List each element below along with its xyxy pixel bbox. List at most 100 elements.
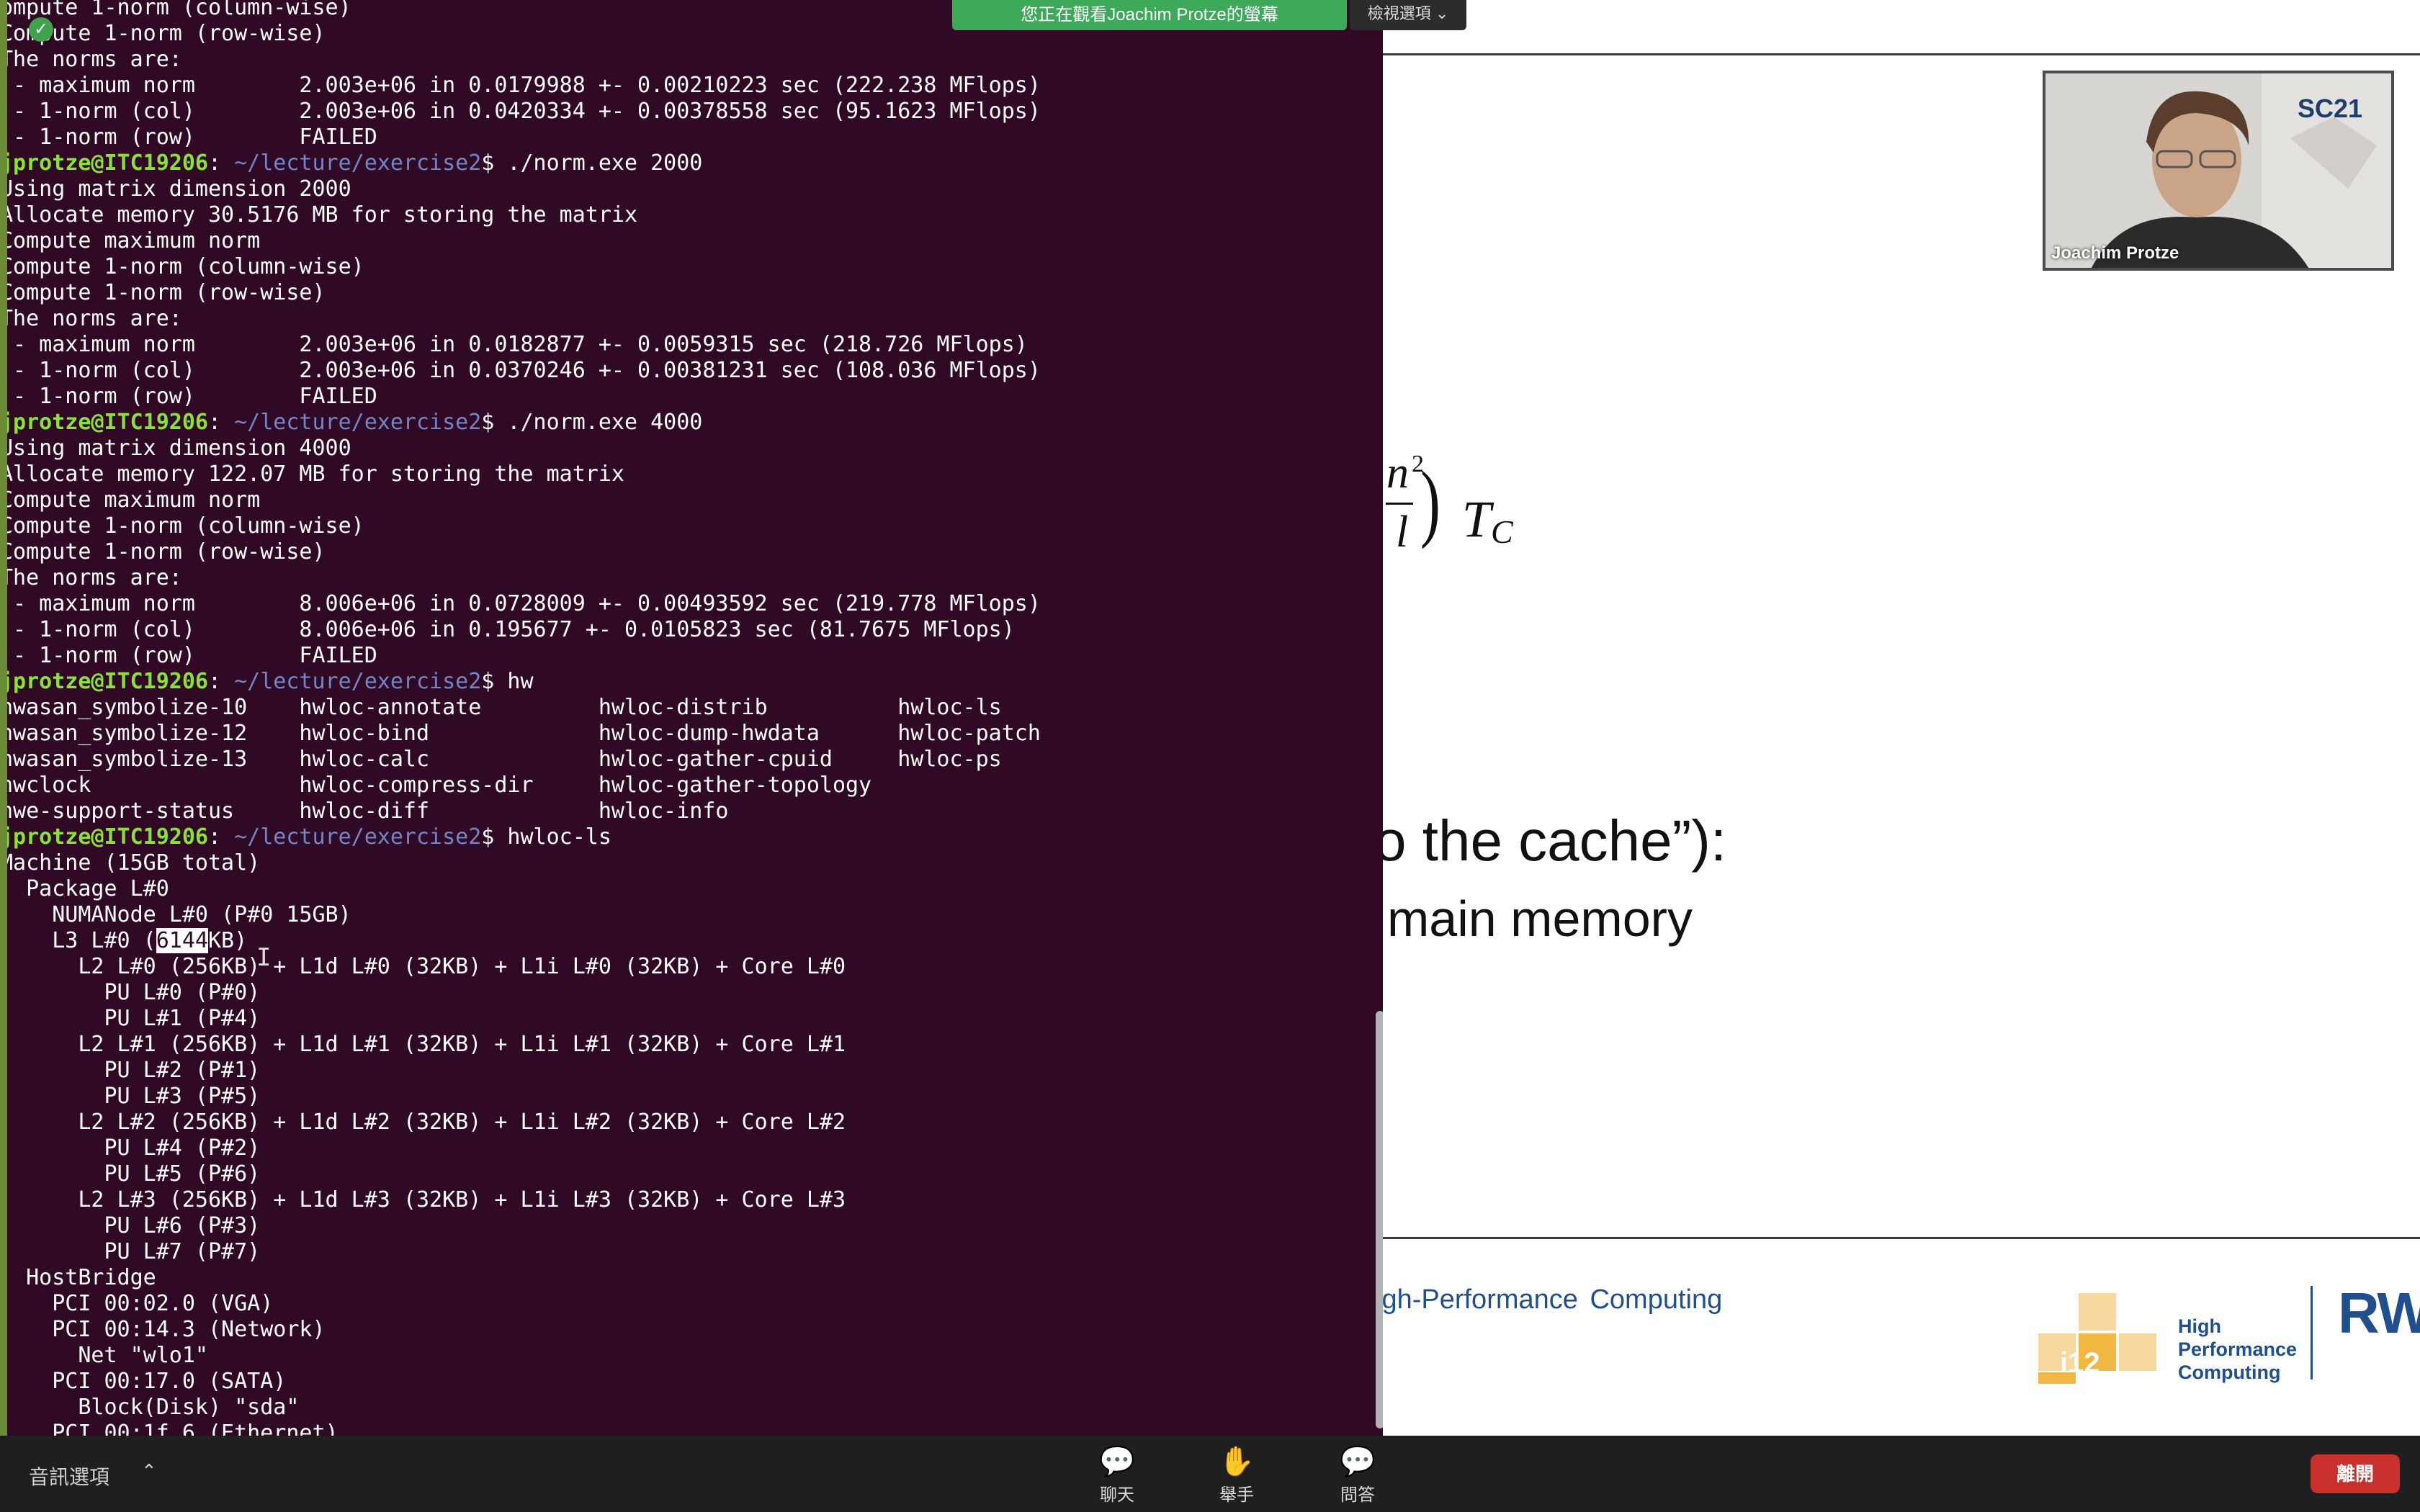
prompt-line: jprotze@ITC19206: ~/lecture/exercise2$ h… [0, 669, 1041, 695]
terminal-line: The norms are: [0, 47, 182, 72]
prompt-user: jprotze@ITC19206 [0, 669, 208, 694]
qa-label: 問答 [1340, 1485, 1375, 1505]
terminal-line: The norms are: [0, 306, 182, 331]
terminal-line: PU L#5 (P#6) [0, 1161, 261, 1187]
terminal-line: PU L#4 (P#2) [0, 1135, 261, 1161]
terminal-line: - maximum norm 2.003e+06 in 0.0179988 +-… [0, 73, 1041, 98]
terminal-line: - 1-norm (row) FAILED [0, 643, 377, 668]
terminal-line: hwasan_symbolize-13 hwloc-calc hwloc-gat… [0, 747, 1002, 772]
terminal-line: Compute maximum norm [0, 487, 261, 513]
prompt-user: jprotze@ITC19206 [0, 824, 208, 850]
terminal-line: hwasan_symbolize-10 hwloc-annotate hwloc… [0, 695, 1002, 720]
sc21-backdrop-logo: SC21 [2297, 94, 2362, 123]
prompt-path: ~/lecture/exercise2 [234, 669, 482, 694]
speaker-name-label: Joachim Protze [2051, 243, 2179, 263]
terminal-line: PU L#1 (P#4) [0, 1006, 261, 1031]
line-text: L3 L#0 ( [0, 928, 156, 953]
shield-check-icon: ✓ [29, 17, 53, 42]
prompt-command: $ hw [481, 669, 534, 694]
terminal-line: Compute 1-norm (column-wise) [0, 513, 364, 539]
terminal-line: Using matrix dimension 2000 [0, 176, 351, 202]
speaker-video[interactable]: SC21 Joachim Protze [2043, 71, 2394, 271]
terminal-line: - 1-norm (row) FAILED [0, 384, 377, 409]
chat-button[interactable]: 💬 聊天 [1077, 1443, 1157, 1508]
chat-label: 聊天 [1100, 1485, 1134, 1505]
hpc-logo-text: High Performance Computing [2178, 1315, 2298, 1383]
terminal-line: Compute 1-norm (row-wise) [0, 280, 326, 305]
meeting-toolbar: 音訊選項 ⌃ 💬 聊天 ✋ 舉手 💬 問答 離開 [0, 1436, 2420, 1512]
terminal-line: Compute maximum norm [0, 228, 261, 253]
prompt-colon: : [207, 669, 235, 694]
prompt-line: jprotze@ITC19206: ~/lecture/exercise2$ h… [0, 824, 1041, 850]
terminal-line: L3 L#0 (6144KB) [0, 928, 1041, 954]
chevron-up-icon[interactable]: ⌃ [141, 1460, 157, 1482]
selected-text[interactable]: 6144 [156, 928, 208, 953]
terminal-line: - maximum norm 8.006e+06 in 0.0728009 +-… [0, 591, 1041, 616]
terminal-line: Compute 1-norm (column-wise) [0, 254, 364, 279]
formula-C-subscript: C [1491, 513, 1513, 550]
audio-options-button[interactable]: 音訊選項 [29, 1462, 109, 1490]
terminal-line: hwclock hwloc-compress-dir hwloc-gather-… [0, 773, 872, 798]
terminal-line: PU L#7 (P#7) [0, 1239, 261, 1264]
terminal-line: Allocate memory 30.5176 MB for storing t… [0, 202, 638, 228]
prompt-path: ~/lecture/exercise2 [234, 824, 482, 850]
terminal-line: HostBridge [0, 1265, 156, 1290]
terminal-line: Allocate memory 122.07 MB for storing th… [0, 462, 624, 487]
terminal-line: L2 L#0 (256KB) + L1d L#0 (32KB) + L1i L#… [0, 954, 846, 979]
rwth-logo: RW [2338, 1281, 2420, 1345]
leave-button[interactable]: 離開 [2311, 1454, 2400, 1493]
terminal-line: Machine (15GB total) [0, 850, 261, 876]
terminal-line: L2 L#1 (256KB) + L1d L#1 (32KB) + L1i L#… [0, 1032, 846, 1057]
formula-T: T [1462, 490, 1492, 548]
terminal-line: Using matrix dimension 4000 [0, 436, 351, 461]
terminal-line: PCI 00:02.0 (VGA) [0, 1291, 274, 1316]
ibeam-cursor-icon: I [256, 943, 272, 972]
terminal-line: Block(Disk) "sda" [0, 1395, 300, 1420]
prompt-command: $ ./norm.exe 2000 [481, 150, 703, 176]
i12-logo-text: i12 [2060, 1347, 2100, 1379]
slide-bullet-cache: o the cache”): [1374, 809, 1727, 873]
terminal-line: - 1-norm (col) 8.006e+06 in 0.195677 +- … [0, 617, 1015, 642]
viewing-screen-banner: 您正在觀看Joachim Protze的螢幕 [952, 0, 1347, 30]
prompt-line: jprotze@ITC19206: ~/lecture/exercise2$ .… [0, 150, 1041, 176]
view-options-button[interactable]: 檢視選項 ⌄ [1350, 0, 1466, 30]
raise-hand-label: 舉手 [1219, 1485, 1254, 1505]
terminal-line: - 1-norm (col) 2.003e+06 in 0.0370246 +-… [0, 358, 1041, 383]
slide-top-rule [1383, 53, 2420, 55]
hand-icon: ✋ [1219, 1446, 1255, 1477]
terminal-line: L2 L#2 (256KB) + L1d L#2 (32KB) + L1i L#… [0, 1110, 846, 1135]
formula-n: n [1386, 449, 1409, 498]
qa-button[interactable]: 💬 問答 [1318, 1443, 1397, 1508]
terminal-line: ompute 1-norm (column-wise) [0, 0, 351, 20]
terminal-output: ompute 1-norm (column-wise) Compute 1-nor… [0, 0, 1041, 1436]
formula-fraction-bar [1386, 503, 1413, 505]
terminal-line: PCI 00:1f.6 (Ethernet) [0, 1421, 339, 1436]
terminal-line: PU L#6 (P#3) [0, 1213, 261, 1238]
terminal-line: - 1-norm (row) FAILED [0, 125, 377, 150]
line-text: KB) [208, 928, 248, 953]
raise-hand-button[interactable]: ✋ 舉手 [1197, 1443, 1276, 1508]
prompt-line: jprotze@ITC19206: ~/lecture/exercise2$ .… [0, 410, 1041, 436]
prompt-colon: : [207, 824, 235, 850]
terminal-line: - 1-norm (col) 2.003e+06 in 0.0420334 +-… [0, 99, 1041, 124]
terminal-line: hwe-support-status hwloc-diff hwloc-info [0, 798, 729, 824]
slide-bullet-memory: main memory [1387, 891, 1693, 947]
terminal-line: PU L#2 (P#1) [0, 1058, 261, 1083]
terminal-line: - maximum norm 2.003e+06 in 0.0182877 +-… [0, 332, 1028, 357]
formula-l: l [1396, 508, 1409, 557]
prompt-colon: : [207, 410, 235, 435]
prompt-path: ~/lecture/exercise2 [234, 410, 482, 435]
terminal-line: L2 L#3 (256KB) + L1d L#3 (32KB) + L1i L#… [0, 1187, 846, 1212]
terminal-scrollbar[interactable] [1376, 1011, 1383, 1428]
prompt-user: jprotze@ITC19206 [0, 410, 208, 435]
formula-paren: ) [1420, 454, 1440, 549]
terminal-window[interactable]: ompute 1-norm (column-wise) Compute 1-nor… [0, 0, 1383, 1436]
prompt-command: $ hwloc-ls [481, 824, 611, 850]
qa-bubbles-icon: 💬 [1340, 1446, 1376, 1477]
terminal-line: PCI 00:14.3 (Network) [0, 1317, 326, 1342]
terminal-line: Package L#0 [0, 876, 169, 901]
prompt-user: jprotze@ITC19206 [0, 150, 208, 176]
prompt-command: $ ./norm.exe 4000 [481, 410, 703, 435]
terminal-line: PU L#0 (P#0) [0, 980, 261, 1005]
terminal-line: PCI 00:17.0 (SATA) [0, 1369, 287, 1394]
